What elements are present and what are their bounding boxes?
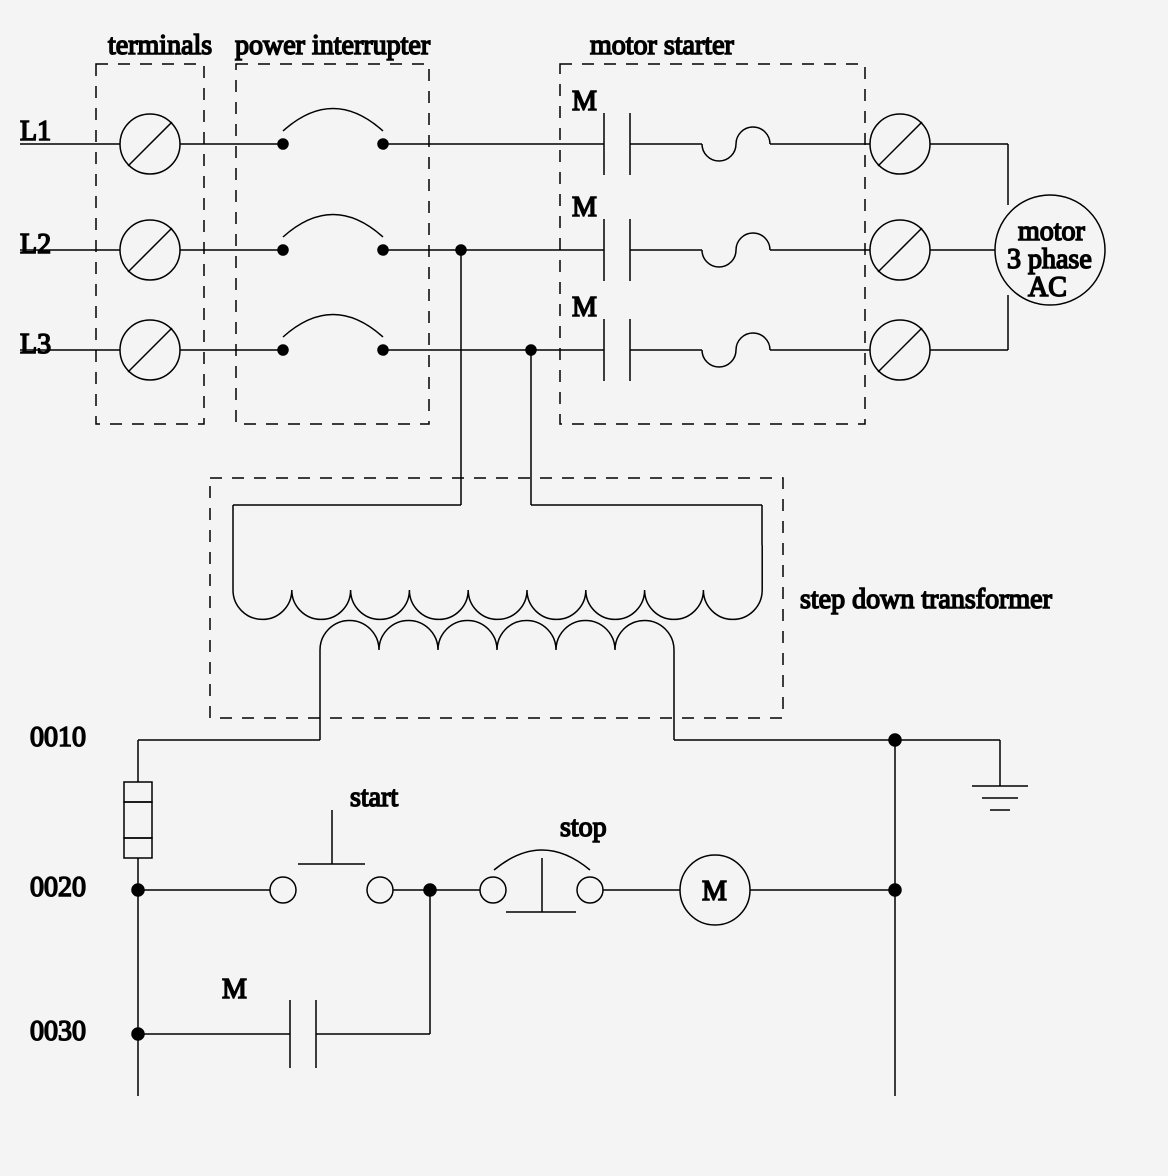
rung-0020: 0020: [30, 872, 86, 903]
motor-text-1: motor: [1018, 216, 1086, 247]
label-stop: stop: [560, 812, 607, 843]
contactor-M2: M: [572, 192, 597, 223]
label-terminals: terminals: [108, 30, 212, 61]
label-L1: L1: [20, 116, 51, 147]
label-start: start: [350, 782, 398, 813]
rung-0030: 0030: [30, 1016, 86, 1047]
label-transformer: step down transformer: [800, 584, 1053, 615]
label-power-interrupter: power interrupter: [235, 30, 431, 61]
motor-text-2: 3 phase: [1007, 244, 1092, 275]
label-motor-starter: motor starter: [590, 30, 735, 61]
contactor-M1: M: [572, 86, 597, 117]
motor-text-3: AC: [1028, 272, 1067, 303]
label-L2: L2: [20, 229, 51, 260]
contact-M-label: M: [222, 974, 247, 1005]
label-L3: L3: [20, 329, 51, 360]
contactor-M3: M: [572, 292, 597, 323]
coil-M: M: [702, 876, 727, 907]
rung-0010: 0010: [30, 722, 86, 753]
